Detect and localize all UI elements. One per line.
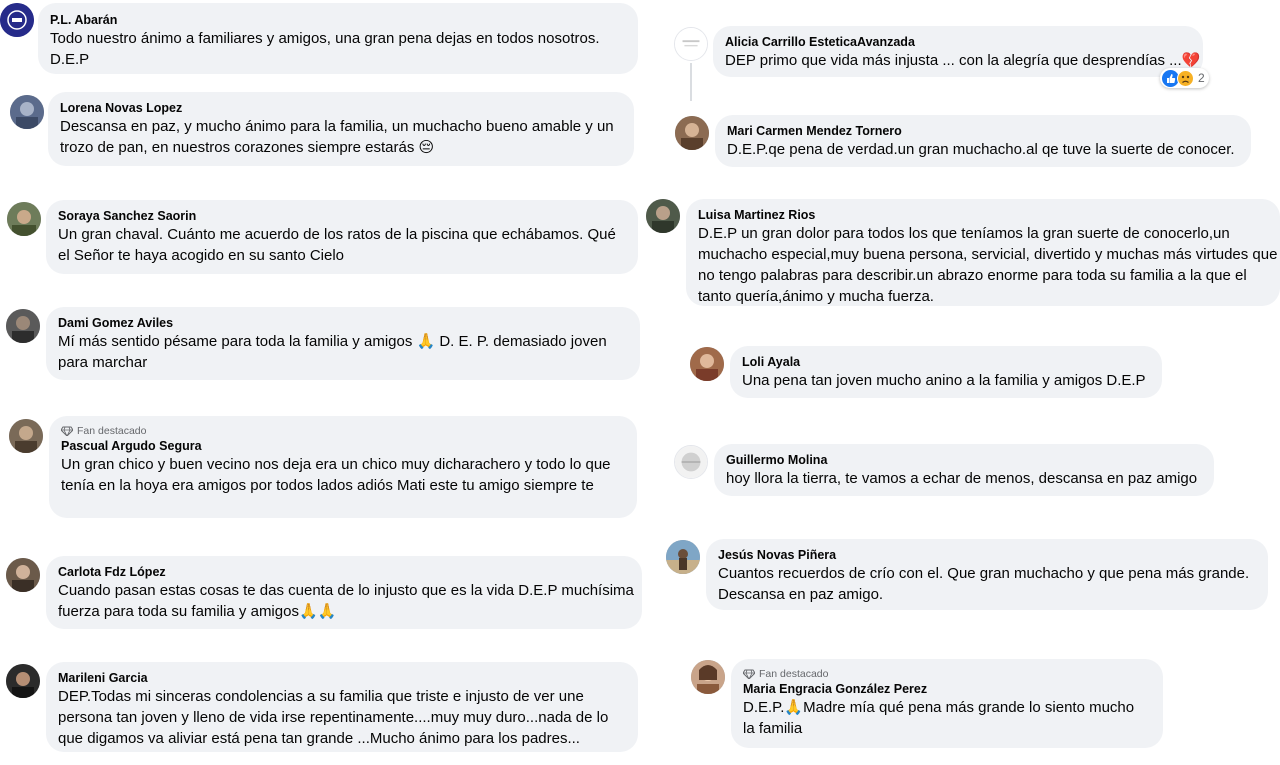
comment-text: Un gran chico y buen vecino nos deja era… bbox=[61, 456, 611, 494]
comment-author[interactable]: Mari Carmen Mendez Tornero bbox=[727, 123, 1239, 139]
comment-bubble: Fan destacado Maria Engracia González Pe… bbox=[731, 659, 1163, 748]
comment-text: DEP.Todas mi sinceras condolencias a su … bbox=[58, 688, 609, 747]
comment-text: Todo nuestro ánimo a familiares y amigos… bbox=[50, 30, 600, 68]
profile-photo-avatar[interactable] bbox=[691, 660, 725, 694]
comment-text: Descansa en paz, y mucho ánimo para la f… bbox=[60, 118, 614, 156]
profile-photo-avatar[interactable] bbox=[6, 558, 40, 592]
comment-text: D.E.P.qe pena de verdad.un gran muchacho… bbox=[727, 141, 1235, 158]
comment-bubble: Marileni Garcia DEP.Todas mi sinceras co… bbox=[46, 662, 638, 752]
comment-author[interactable]: Lorena Novas Lopez bbox=[60, 100, 622, 116]
profile-photo-avatar[interactable] bbox=[675, 116, 709, 150]
comment-text: DEP primo que vida más injusta ... con l… bbox=[725, 52, 1201, 69]
comment-bubble: Fan destacado Pascual Argudo Segura Un g… bbox=[49, 416, 637, 518]
comment-text: hoy llora la tierra, te vamos a echar de… bbox=[726, 470, 1198, 487]
top-fan-badge: Fan destacado bbox=[61, 424, 625, 438]
profile-photo-avatar[interactable] bbox=[10, 95, 44, 129]
comment-text: Cuantos recuerdos de crío con el. Que gr… bbox=[718, 565, 1250, 603]
comment-text: D.E.P un gran dolor para todos los que t… bbox=[698, 225, 1278, 305]
comment-author[interactable]: Dami Gomez Aviles bbox=[58, 315, 628, 331]
profile-photo-avatar[interactable] bbox=[674, 445, 708, 479]
comment-bubble: Loli Ayala Una pena tan joven mucho anin… bbox=[730, 346, 1162, 398]
profile-photo-avatar[interactable] bbox=[7, 202, 41, 236]
comment-author[interactable]: Maria Engracia González Perez bbox=[743, 681, 1151, 697]
comment-bubble: Luisa Martinez Rios D.E.P un gran dolor … bbox=[686, 199, 1280, 306]
comment-author[interactable]: Jesús Novas Piñera bbox=[718, 547, 1256, 563]
comment-bubble: Soraya Sanchez Saorin Un gran chaval. Cu… bbox=[46, 200, 638, 274]
comment-text: Un gran chaval. Cuánto me acuerdo de los… bbox=[58, 226, 616, 264]
comment-author[interactable]: P.L. Abarán bbox=[50, 12, 626, 28]
reaction-summary[interactable]: 2 bbox=[1160, 68, 1209, 88]
profile-photo-avatar[interactable] bbox=[6, 309, 40, 343]
thread-connector bbox=[690, 63, 692, 101]
comment-bubble: Guillermo Molina hoy llora la tierra, te… bbox=[714, 444, 1214, 496]
comment-bubble: Mari Carmen Mendez Tornero D.E.P.qe pena… bbox=[715, 115, 1251, 167]
fan-badge-label: Fan destacado bbox=[77, 425, 147, 437]
diamond-icon bbox=[61, 426, 73, 436]
comment-bubble: Lorena Novas Lopez Descansa en paz, y mu… bbox=[48, 92, 634, 166]
comment-author[interactable]: Carlota Fdz López bbox=[58, 564, 630, 580]
profile-photo-avatar[interactable] bbox=[9, 419, 43, 453]
profile-photo-avatar[interactable] bbox=[690, 347, 724, 381]
profile-photo-avatar[interactable] bbox=[674, 27, 708, 61]
comment-text: D.E.P.🙏Madre mía qué pena más grande lo … bbox=[743, 699, 1135, 737]
comment-author[interactable]: Soraya Sanchez Saorin bbox=[58, 208, 626, 224]
diamond-icon bbox=[743, 669, 755, 679]
profile-photo-avatar[interactable] bbox=[666, 540, 700, 574]
page-logo-avatar[interactable] bbox=[0, 3, 34, 37]
comment-bubble: P.L. Abarán Todo nuestro ánimo a familia… bbox=[38, 3, 638, 74]
reaction-count: 2 bbox=[1198, 71, 1205, 85]
profile-photo-avatar[interactable] bbox=[6, 664, 40, 698]
comment-author[interactable]: Luisa Martinez Rios bbox=[698, 207, 1268, 223]
comment-text: Una pena tan joven mucho anino a la fami… bbox=[742, 372, 1146, 389]
comment-text: Mí más sentido pésame para toda la famil… bbox=[58, 333, 607, 371]
comment-author[interactable]: Marileni Garcia bbox=[58, 670, 626, 686]
comment-author[interactable]: Guillermo Molina bbox=[726, 452, 1202, 468]
comment-bubble: Jesús Novas Piñera Cuantos recuerdos de … bbox=[706, 539, 1268, 610]
sad-reaction-icon bbox=[1177, 69, 1194, 87]
comment-bubble: Carlota Fdz López Cuando pasan estas cos… bbox=[46, 556, 642, 629]
comment-author[interactable]: Loli Ayala bbox=[742, 354, 1150, 370]
comment-bubble: Dami Gomez Aviles Mí más sentido pésame … bbox=[46, 307, 640, 380]
comment-bubble: Alicia Carrillo EsteticaAvanzada DEP pri… bbox=[713, 26, 1203, 77]
profile-photo-avatar[interactable] bbox=[646, 199, 680, 233]
comment-author[interactable]: Alicia Carrillo EsteticaAvanzada bbox=[725, 34, 1191, 50]
top-fan-badge: Fan destacado bbox=[743, 667, 1151, 681]
fan-badge-label: Fan destacado bbox=[759, 668, 829, 680]
comment-text: Cuando pasan estas cosas te das cuenta d… bbox=[58, 582, 634, 620]
comment-author[interactable]: Pascual Argudo Segura bbox=[61, 438, 625, 454]
